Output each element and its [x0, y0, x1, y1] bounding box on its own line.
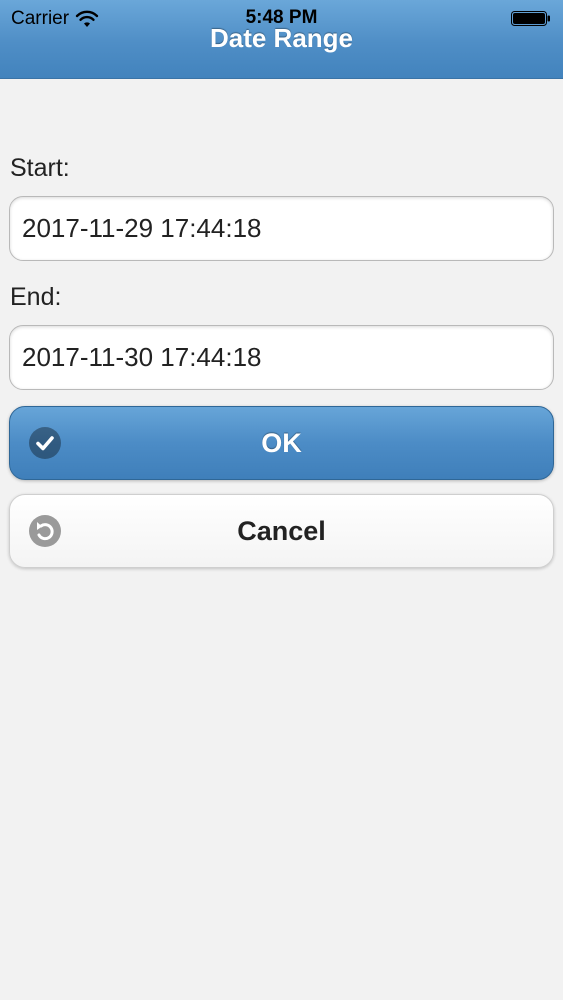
check-icon	[29, 427, 61, 459]
end-label: End:	[10, 283, 62, 311]
ok-button[interactable]: OK	[9, 406, 554, 480]
date-range-form: Start: End: OK Cancel	[9, 150, 554, 568]
end-date-input[interactable]	[9, 325, 554, 390]
ok-button-label: OK	[261, 427, 302, 458]
cancel-button-label: Cancel	[237, 515, 326, 546]
start-label: Start:	[10, 154, 70, 182]
undo-icon	[29, 515, 61, 547]
header-bar: Carrier 5:48 PM Date Range	[0, 0, 563, 79]
page-title: Date Range	[209, 23, 354, 53]
cancel-button[interactable]: Cancel	[9, 494, 554, 568]
start-date-input[interactable]	[9, 196, 554, 261]
